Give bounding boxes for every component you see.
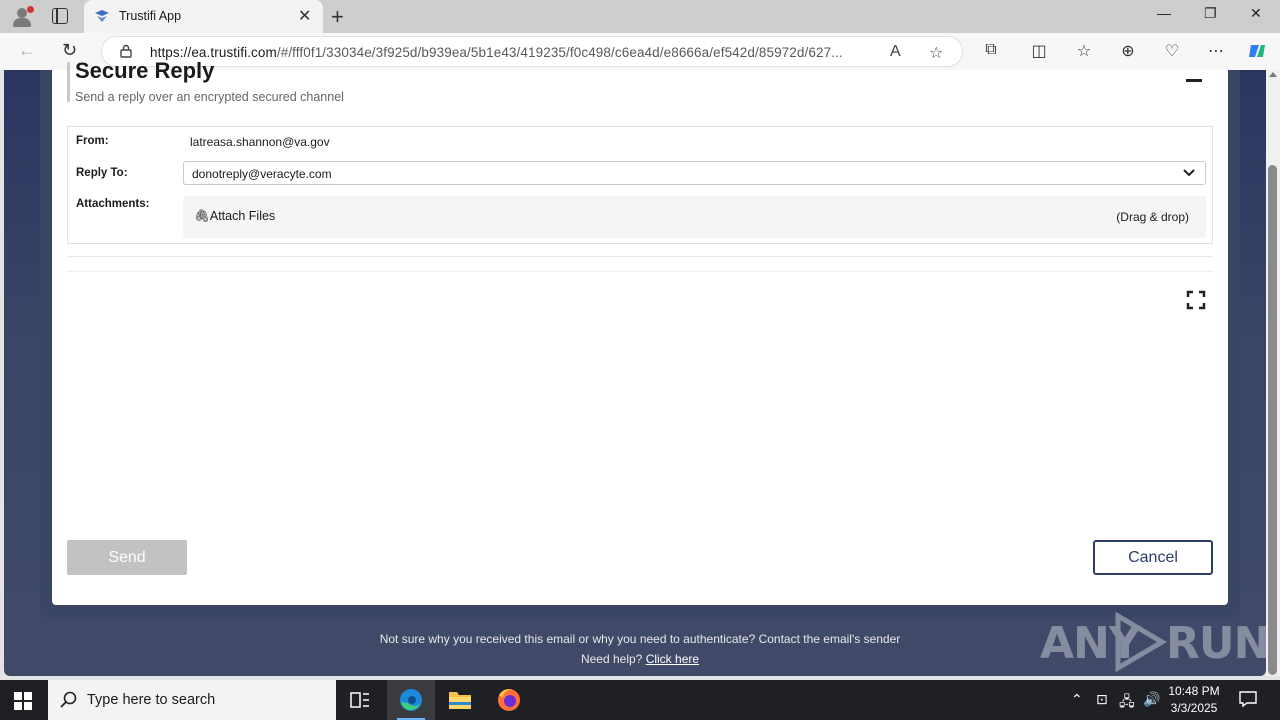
chevron-down-icon [1183,169,1195,177]
collapse-icon[interactable] [1186,79,1202,82]
tab-title: Trustifi App [119,9,182,23]
need-help-text: Need help? [580,652,643,666]
page-subtitle: Send a reply over an encrypted secured c… [75,90,344,104]
attachments-label: Attachments: [76,198,150,210]
divider [67,256,1213,257]
more-menu-icon[interactable]: ⋯ [1206,41,1226,61]
attach-files-button[interactable]: 🖇Attach Files [194,209,275,224]
send-button[interactable]: Send [67,540,187,575]
clock-date: 3/3/2025 [1170,701,1218,715]
search-placeholder: Type here to search [87,692,216,708]
from-label: From: [76,135,109,147]
favorites-icon[interactable]: ☆ [1074,41,1094,61]
anyrun-watermark: ANY RUN [1038,608,1270,672]
minimize-window-icon[interactable]: — [1157,5,1171,21]
notifications-icon[interactable] [1238,690,1258,708]
edge-taskbar-icon[interactable] [387,680,435,720]
cancel-button[interactable]: Cancel [1093,540,1213,575]
search-icon [60,691,77,708]
close-tab-icon[interactable]: ✕ [298,6,311,26]
tab-trustifi[interactable]: Trustifi App ✕ [84,0,323,33]
lock-icon[interactable] [120,44,132,58]
show-hidden-icons-icon[interactable]: ⌃ [1071,691,1083,708]
system-clock[interactable]: 10:48 PM 3/3/2025 [1164,683,1224,717]
drag-drop-hint: (Drag & drop) [1116,210,1189,224]
title-accent-bar [67,62,70,102]
copilot-icon[interactable] [1247,41,1267,61]
volume-icon[interactable]: 🔊 [1143,691,1160,708]
read-aloud-icon[interactable]: A [890,43,901,61]
split-screen-icon[interactable]: ◫ [1029,41,1049,61]
attachment-dropzone[interactable]: 🖇Attach Files (Drag & drop) [183,196,1206,238]
new-tab-icon[interactable]: + [331,4,344,30]
task-view-icon[interactable] [336,680,384,720]
close-window-icon[interactable]: ✕ [1250,5,1262,22]
page-viewport: Secure Reply Send a reply over an encryp… [0,58,1280,680]
browser-essentials-icon[interactable]: ♡ [1162,41,1182,61]
taskbar-search[interactable]: Type here to search [48,680,336,720]
watermark-run: RUN [1166,618,1270,669]
firefox-icon[interactable] [485,680,533,720]
page-title: Secure Reply [75,58,215,83]
editor-toolbar-divider [67,271,1213,272]
play-icon [1115,612,1167,672]
tab-strip: Trustifi App ✕ + — ❐ ✕ [0,0,1280,33]
clock-time: 10:48 PM [1168,684,1220,698]
paperclip-icon: 🖇 [194,209,210,223]
extensions-icon[interactable]: ⧉ [981,41,1001,61]
back-icon[interactable]: ← [18,40,36,61]
restore-window-icon[interactable]: ❐ [1204,5,1217,22]
from-value: latreasa.shannon@va.gov [190,135,330,149]
favorite-star-icon[interactable]: ☆ [929,43,943,63]
url-text: https://ea.trustifi.com/#/fff0f1/33034e/… [150,45,843,60]
file-explorer-icon[interactable] [436,680,484,720]
click-here-link[interactable]: Click here [646,652,699,666]
windows-start-icon[interactable] [14,692,32,710]
trustifi-favicon-icon [95,10,109,22]
fullscreen-icon[interactable] [1186,290,1206,310]
address-bar[interactable]: https://ea.trustifi.com/#/fff0f1/33034e/… [101,36,963,67]
reply-to-select[interactable]: donotreply@veracyte.com [183,161,1206,185]
collections-icon[interactable]: ⊕ [1118,41,1138,61]
scroll-up-arrow-icon[interactable] [1269,72,1277,77]
profile-icon[interactable] [10,5,34,29]
scrollbar-thumb[interactable] [1268,165,1277,675]
reply-to-label: Reply To: [76,167,128,179]
reply-to-value: donotreply@veracyte.com [192,167,332,181]
secure-reply-card: Secure Reply Send a reply over an encryp… [52,58,1228,605]
tab-actions-icon[interactable] [52,8,68,24]
reply-form: From: latreasa.shannon@va.gov Reply To: … [67,126,1213,244]
meet-now-icon[interactable]: ⊡ [1096,691,1108,708]
network-icon[interactable]: 🖧 [1119,691,1135,715]
taskbar: Type here to search ⌃ ⊡ 🖧 🔊 10:48 PM 3/3… [0,680,1280,720]
